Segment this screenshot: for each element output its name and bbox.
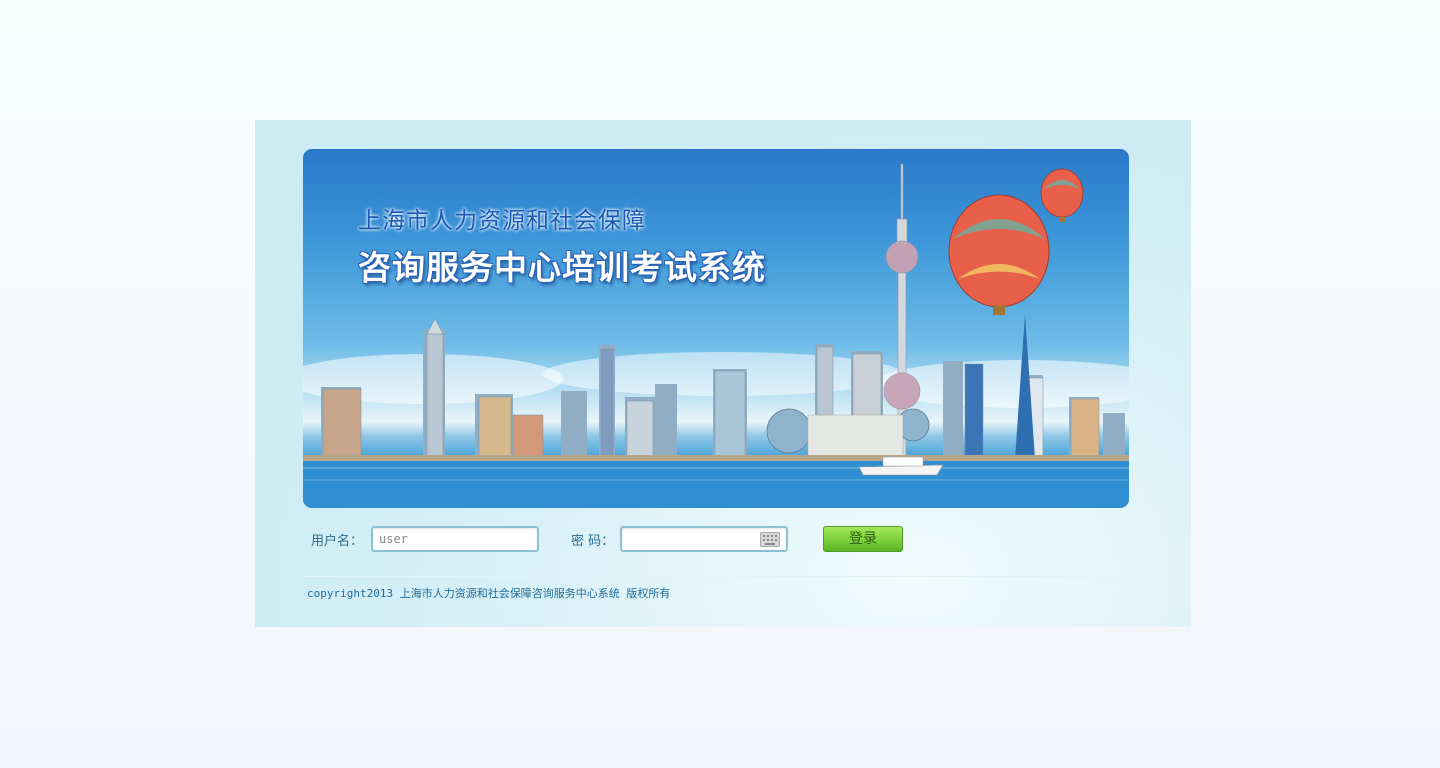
- username-input[interactable]: user: [371, 526, 539, 552]
- banner-title-line2: 咨询服务中心培训考试系统: [358, 248, 766, 287]
- login-button[interactable]: 登录: [823, 526, 903, 552]
- divider: [303, 576, 1129, 577]
- copyright-text: copyright2013 上海市人力资源和社会保障咨询服务中心系统 版权所有: [307, 587, 671, 600]
- password-label: 密 码：: [571, 534, 615, 549]
- keyboard-icon[interactable]: [760, 532, 780, 547]
- username-label: 用户名：: [311, 534, 364, 549]
- login-panel: 上海市人力资源和社会保障 咨询服务中心培训考试系统 用户名： user 密 码：…: [255, 120, 1191, 627]
- banner-image: 上海市人力资源和社会保障 咨询服务中心培训考试系统: [303, 149, 1129, 508]
- banner-title-line1: 上海市人力资源和社会保障: [358, 208, 646, 234]
